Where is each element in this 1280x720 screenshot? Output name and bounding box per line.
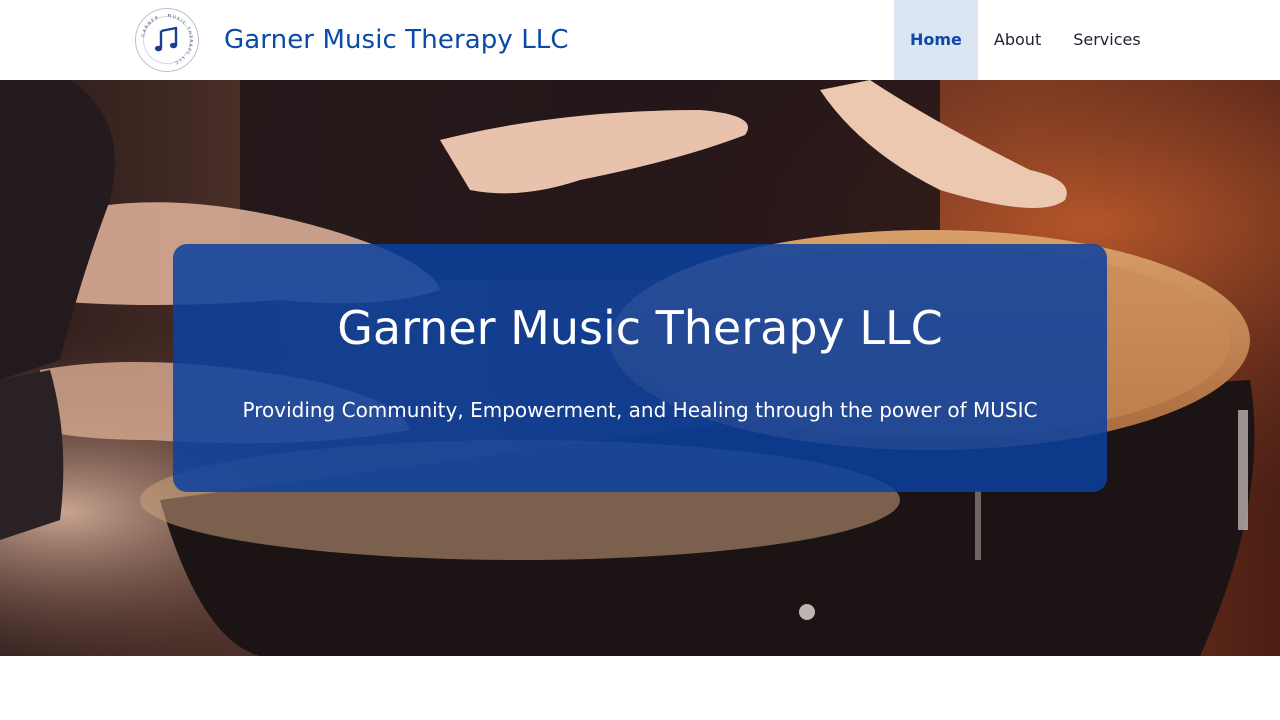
nav-about[interactable]: About <box>978 0 1057 80</box>
hero-subtitle: Providing Community, Empowerment, and He… <box>242 398 1038 422</box>
nav-home[interactable]: Home <box>894 0 978 80</box>
nav-services[interactable]: Services <box>1057 0 1156 80</box>
site-header: GARNER · MUSIC THERAPY LLC · Garner Musi… <box>0 0 1280 80</box>
hero-title: Garner Music Therapy LLC <box>337 301 943 355</box>
hero-section: Garner Music Therapy LLC Providing Commu… <box>0 80 1280 656</box>
music-note-icon <box>154 26 178 52</box>
main-nav: Home About Services <box>894 0 1157 80</box>
page-content-area <box>0 656 1280 720</box>
site-logo[interactable]: GARNER · MUSIC THERAPY LLC · <box>135 8 199 72</box>
hero-banner: Garner Music Therapy LLC Providing Commu… <box>173 244 1107 492</box>
site-title[interactable]: Garner Music Therapy LLC <box>224 22 569 58</box>
